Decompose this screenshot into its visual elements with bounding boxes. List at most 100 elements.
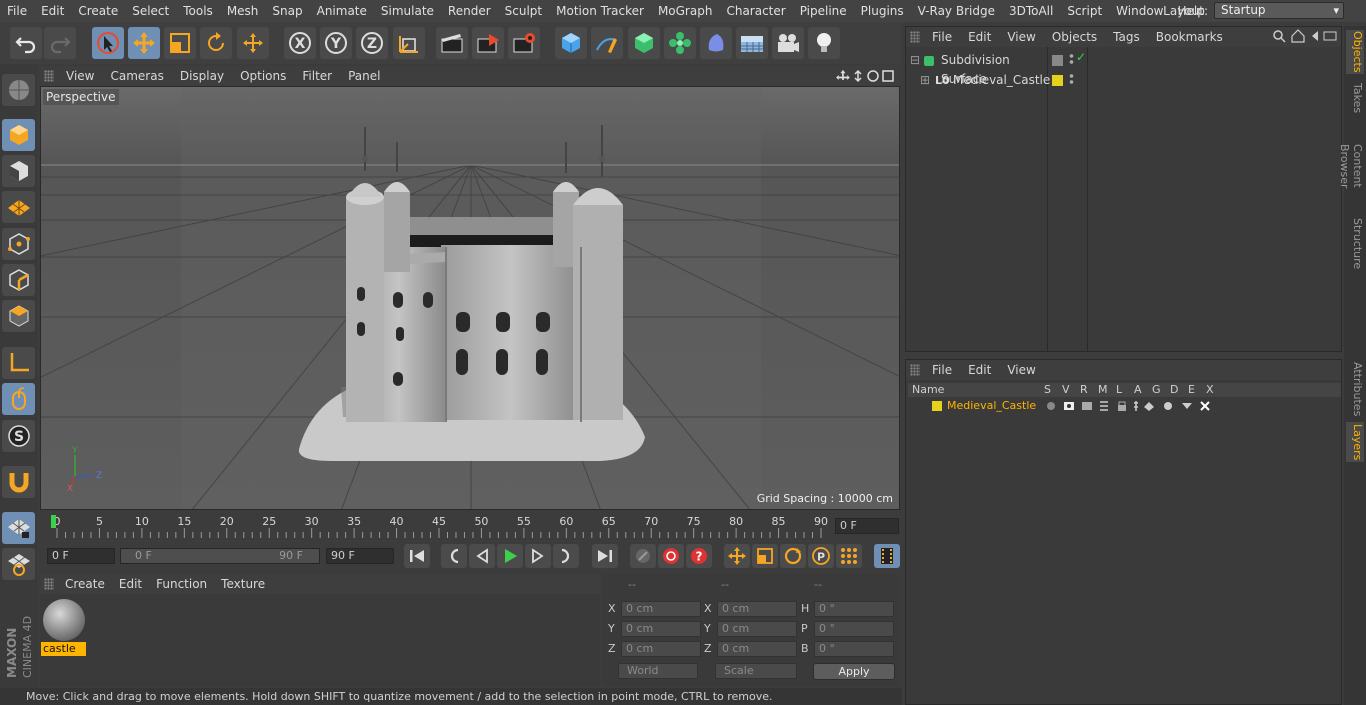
autokeying-button[interactable] bbox=[658, 544, 684, 568]
previous-frame-button[interactable] bbox=[469, 544, 495, 568]
record-keys-button[interactable] bbox=[630, 544, 656, 568]
render-to-picture-viewer-button[interactable] bbox=[472, 27, 504, 59]
material-menu-create[interactable]: Create bbox=[58, 577, 112, 591]
previous-key-button[interactable] bbox=[441, 544, 467, 568]
layer-col-name[interactable]: Name bbox=[912, 383, 944, 396]
coord-value-field[interactable]: 0 cm bbox=[717, 601, 797, 617]
menu-plugins[interactable]: Plugins bbox=[854, 0, 911, 22]
menu-render[interactable]: Render bbox=[441, 0, 498, 22]
tab-attributes[interactable]: Attributes bbox=[1346, 362, 1364, 416]
object-row-subdivision[interactable]: ⊟ Subdivision Surface bbox=[906, 51, 1046, 86]
make-editable-button[interactable] bbox=[2, 74, 35, 106]
record-position-button[interactable] bbox=[724, 544, 750, 568]
menu-edit[interactable]: Edit bbox=[34, 0, 71, 22]
layer-col-v[interactable]: V bbox=[1062, 383, 1070, 396]
object-menu-bookmarks[interactable]: Bookmarks bbox=[1148, 30, 1231, 44]
record-rotation-button[interactable] bbox=[780, 544, 806, 568]
move-tool-button[interactable] bbox=[128, 27, 160, 59]
add-spline-button[interactable] bbox=[591, 27, 623, 59]
viewport-menu-filter[interactable]: Filter bbox=[294, 69, 340, 83]
y-axis-lock-button[interactable]: Y bbox=[320, 27, 352, 59]
layer-col-d[interactable]: D bbox=[1170, 383, 1178, 396]
rotate-tool-button[interactable] bbox=[200, 27, 232, 59]
layer-col-m[interactable]: M bbox=[1098, 383, 1108, 396]
tweak-mode-button[interactable] bbox=[2, 383, 35, 415]
layer-col-a[interactable]: A bbox=[1134, 383, 1142, 396]
object-menu-view[interactable]: View bbox=[999, 30, 1043, 44]
layer-menu-edit[interactable]: Edit bbox=[960, 363, 999, 377]
coord-value-field[interactable]: 0 cm bbox=[621, 601, 701, 617]
object-menu-objects[interactable]: Objects bbox=[1044, 30, 1105, 44]
layer-col-x[interactable]: X bbox=[1206, 383, 1214, 396]
menu-pipeline[interactable]: Pipeline bbox=[793, 0, 854, 22]
texture-mode-button[interactable] bbox=[2, 155, 35, 187]
menu-simulate[interactable]: Simulate bbox=[374, 0, 441, 22]
z-axis-lock-button[interactable]: Z bbox=[356, 27, 388, 59]
tab-layers[interactable]: Layers bbox=[1346, 422, 1364, 462]
coord-value-field[interactable]: 0 ° bbox=[814, 621, 894, 637]
add-camera-button[interactable] bbox=[772, 27, 804, 59]
castle-material-swatch[interactable] bbox=[43, 599, 85, 641]
menu-select[interactable]: Select bbox=[125, 0, 176, 22]
menu-snap[interactable]: Snap bbox=[265, 0, 309, 22]
edges-mode-button[interactable] bbox=[2, 264, 35, 296]
viewport-menu-options[interactable]: Options bbox=[232, 69, 294, 83]
recent-tool-button[interactable] bbox=[237, 27, 269, 59]
object-menu-file[interactable]: File bbox=[924, 30, 960, 44]
render-settings-button[interactable] bbox=[508, 27, 540, 59]
perspective-viewport[interactable]: Y Z X Perspective Grid Spacing : 10000 c… bbox=[40, 86, 900, 510]
visibility-dots-icon[interactable] bbox=[1069, 53, 1074, 66]
play-forward-button[interactable] bbox=[497, 544, 523, 568]
add-generator-button[interactable] bbox=[628, 27, 660, 59]
record-point-level-button[interactable] bbox=[836, 544, 862, 568]
layer-col-e[interactable]: E bbox=[1188, 383, 1195, 396]
snap-toggle-button[interactable] bbox=[2, 466, 35, 498]
viewport-menu-view[interactable]: View bbox=[58, 69, 102, 83]
coord-value-field[interactable]: 0 cm bbox=[717, 621, 797, 637]
next-frame-button[interactable] bbox=[525, 544, 551, 568]
material-menu-edit[interactable]: Edit bbox=[112, 577, 149, 591]
coord-value-field[interactable]: 0 ° bbox=[814, 601, 894, 617]
material-name-label[interactable]: castle bbox=[41, 642, 86, 656]
menu-mograph[interactable]: MoGraph bbox=[651, 0, 720, 22]
menu-animate[interactable]: Animate bbox=[310, 0, 374, 22]
coordinate-space-select[interactable]: World bbox=[618, 663, 698, 679]
layer-row[interactable]: Medieval_Castle bbox=[908, 398, 1341, 414]
timeline-ruler[interactable]: 0 5 10 15 20 25 30 35 40 45 50 55 60 65 70 75 80 85 90 0 F bbox=[40, 512, 900, 540]
coordinate-system-button[interactable] bbox=[393, 27, 425, 59]
enabled-check-icon[interactable]: ✓ bbox=[1076, 50, 1086, 64]
layer-menu-view[interactable]: View bbox=[999, 363, 1043, 377]
object-panel-tools[interactable] bbox=[1272, 29, 1342, 43]
points-mode-button[interactable] bbox=[2, 228, 35, 260]
menu-v-ray-bridge[interactable]: V-Ray Bridge bbox=[911, 0, 1002, 22]
record-scale-button[interactable] bbox=[752, 544, 778, 568]
menu-mesh[interactable]: Mesh bbox=[220, 0, 266, 22]
record-parameter-button[interactable]: P bbox=[808, 544, 834, 568]
model-mode-button[interactable] bbox=[2, 119, 35, 151]
viewport-nav-icons[interactable] bbox=[836, 69, 896, 83]
material-menu-function[interactable]: Function bbox=[149, 577, 214, 591]
add-mograph-button[interactable] bbox=[664, 27, 696, 59]
tab-structure[interactable]: Structure bbox=[1346, 218, 1364, 270]
menu-window[interactable]: Window bbox=[1109, 0, 1170, 22]
timeline-window-button[interactable] bbox=[874, 544, 900, 568]
layer-menu-file[interactable]: File bbox=[924, 363, 960, 377]
add-environment-button[interactable] bbox=[736, 27, 768, 59]
layer-col-g[interactable]: G bbox=[1152, 383, 1161, 396]
current-frame-field[interactable]: 0 F bbox=[835, 518, 899, 534]
tab-content-browser[interactable]: Content Browser bbox=[1338, 122, 1364, 210]
menu-create[interactable]: Create bbox=[71, 0, 125, 22]
menu-sculpt[interactable]: Sculpt bbox=[498, 0, 549, 22]
add-light-button[interactable] bbox=[808, 27, 840, 59]
tab-takes[interactable]: Takes bbox=[1346, 82, 1364, 114]
solo-mode-button[interactable]: S bbox=[2, 420, 35, 452]
object-menu-edit[interactable]: Edit bbox=[960, 30, 999, 44]
layout-select[interactable]: Startup bbox=[1214, 2, 1344, 19]
max-frame-field[interactable]: 90 F bbox=[326, 548, 394, 564]
live-selection-button[interactable] bbox=[92, 27, 124, 59]
menu-script[interactable]: Script bbox=[1060, 0, 1109, 22]
workplane-mode-button[interactable] bbox=[2, 191, 35, 223]
coord-value-field[interactable]: 0 ° bbox=[814, 641, 894, 657]
keyframe-selection-button[interactable]: ? bbox=[686, 544, 712, 568]
preview-range-slider[interactable]: 0 F 90 F bbox=[120, 548, 320, 564]
